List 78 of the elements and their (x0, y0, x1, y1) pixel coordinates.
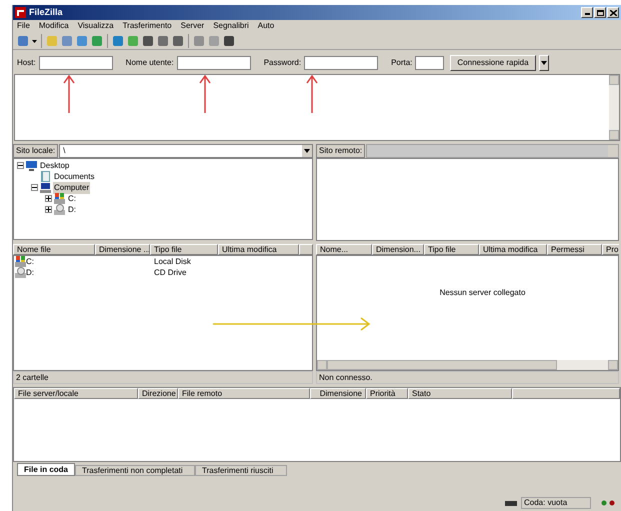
column-header[interactable]: Ultima modifica (479, 244, 547, 255)
expander-icon[interactable] (45, 206, 52, 213)
column-header[interactable]: Direzione (138, 388, 178, 399)
column-header[interactable]: Nome... (316, 244, 372, 255)
tree-item[interactable]: Computer (53, 182, 90, 194)
tab[interactable]: Trasferimenti non completati (75, 465, 196, 476)
table-cell: C: (26, 256, 34, 268)
window-title: FileZilla (29, 6, 63, 19)
column-header[interactable]: File server/locale (14, 388, 138, 399)
menu-item[interactable]: Visualizza (78, 20, 114, 32)
menu-item[interactable]: Server (180, 20, 204, 32)
expander-icon[interactable] (31, 184, 38, 191)
drive-icon (15, 256, 26, 268)
status-text: Non connesso. (316, 371, 619, 384)
minimize-button[interactable] (581, 7, 593, 18)
dropdown-button[interactable] (538, 55, 549, 71)
column-header[interactable]: Stato (408, 388, 512, 399)
horizontal-scrollbar[interactable] (317, 360, 618, 370)
tree-item[interactable]: Desktop (39, 160, 70, 172)
expander-icon[interactable] (45, 195, 52, 202)
menu-item[interactable]: File (17, 20, 30, 32)
column-header[interactable]: Permessi (547, 244, 602, 255)
column-header[interactable]: Tipo file (424, 244, 479, 255)
column-header[interactable]: Tipo file (150, 244, 218, 256)
dropdown-button[interactable] (302, 145, 312, 157)
input-field[interactable] (304, 56, 378, 70)
menu-item[interactable]: Trasferimento (122, 20, 172, 32)
field-label: Porta: (391, 57, 412, 69)
caret-icon (304, 149, 310, 153)
close-button[interactable] (607, 7, 619, 18)
field-label: Sito remoto: (316, 144, 366, 158)
monitor-icon (26, 160, 37, 171)
caret-icon (540, 61, 547, 65)
tab[interactable]: File in coda (17, 463, 76, 476)
maximize-button[interactable] (594, 7, 606, 18)
computer-icon (40, 182, 51, 193)
column-header[interactable]: Ultima modifica (218, 244, 299, 256)
remote-path-field[interactable] (366, 144, 619, 158)
tree-item[interactable]: Documents (53, 170, 96, 182)
keyboard-icon (505, 500, 517, 506)
table-cell-text: Local Disk (153, 256, 191, 268)
table-cell: D: (26, 266, 34, 279)
column-header[interactable]: Nome file (13, 244, 95, 256)
field-label: Password: (264, 57, 302, 69)
app-logo-icon (15, 7, 26, 18)
field-label: Host: (17, 57, 36, 69)
scrollbar[interactable] (609, 75, 619, 140)
menu-item[interactable]: Segnalibri (213, 20, 249, 32)
column-header[interactable]: Priorità (366, 388, 408, 399)
menu-item[interactable]: Auto (258, 20, 274, 32)
quickconnect-button[interactable]: Connessione rapida (450, 55, 536, 71)
tree-item[interactable]: C: (67, 192, 77, 204)
folder-icon (40, 171, 51, 182)
drive-icon (54, 204, 65, 215)
queue-status: Coda: vuota (521, 497, 591, 509)
arrow (199, 75, 211, 113)
menu-item[interactable]: Modifica (38, 20, 69, 32)
input-field[interactable] (415, 56, 444, 70)
arrow (63, 75, 75, 113)
status-text: 2 cartelle (13, 371, 313, 384)
field-label: Sito locale: (13, 144, 58, 158)
arrow (306, 75, 318, 113)
tab[interactable]: Trasferimenti riusciti (195, 465, 288, 476)
expander-icon[interactable] (17, 162, 24, 169)
input-field[interactable] (38, 56, 113, 70)
empty-message: Nessun server collegato (440, 286, 526, 299)
column-header[interactable]: Dimensione (310, 388, 366, 399)
table-cell-text: CD Drive (153, 266, 186, 279)
field-label: Nome utente: (126, 57, 174, 69)
local-path-field[interactable]: \ (59, 144, 313, 158)
tree-item[interactable]: D: (67, 204, 77, 216)
status-lights-icon (601, 500, 615, 506)
drive-icon (54, 193, 65, 204)
close-icon (610, 10, 616, 16)
column-header[interactable]: Dimensione ... (95, 244, 150, 256)
column-header[interactable]: File remoto (178, 388, 310, 399)
column-header[interactable]: Dimension... (372, 244, 424, 255)
input-field[interactable] (176, 56, 251, 70)
